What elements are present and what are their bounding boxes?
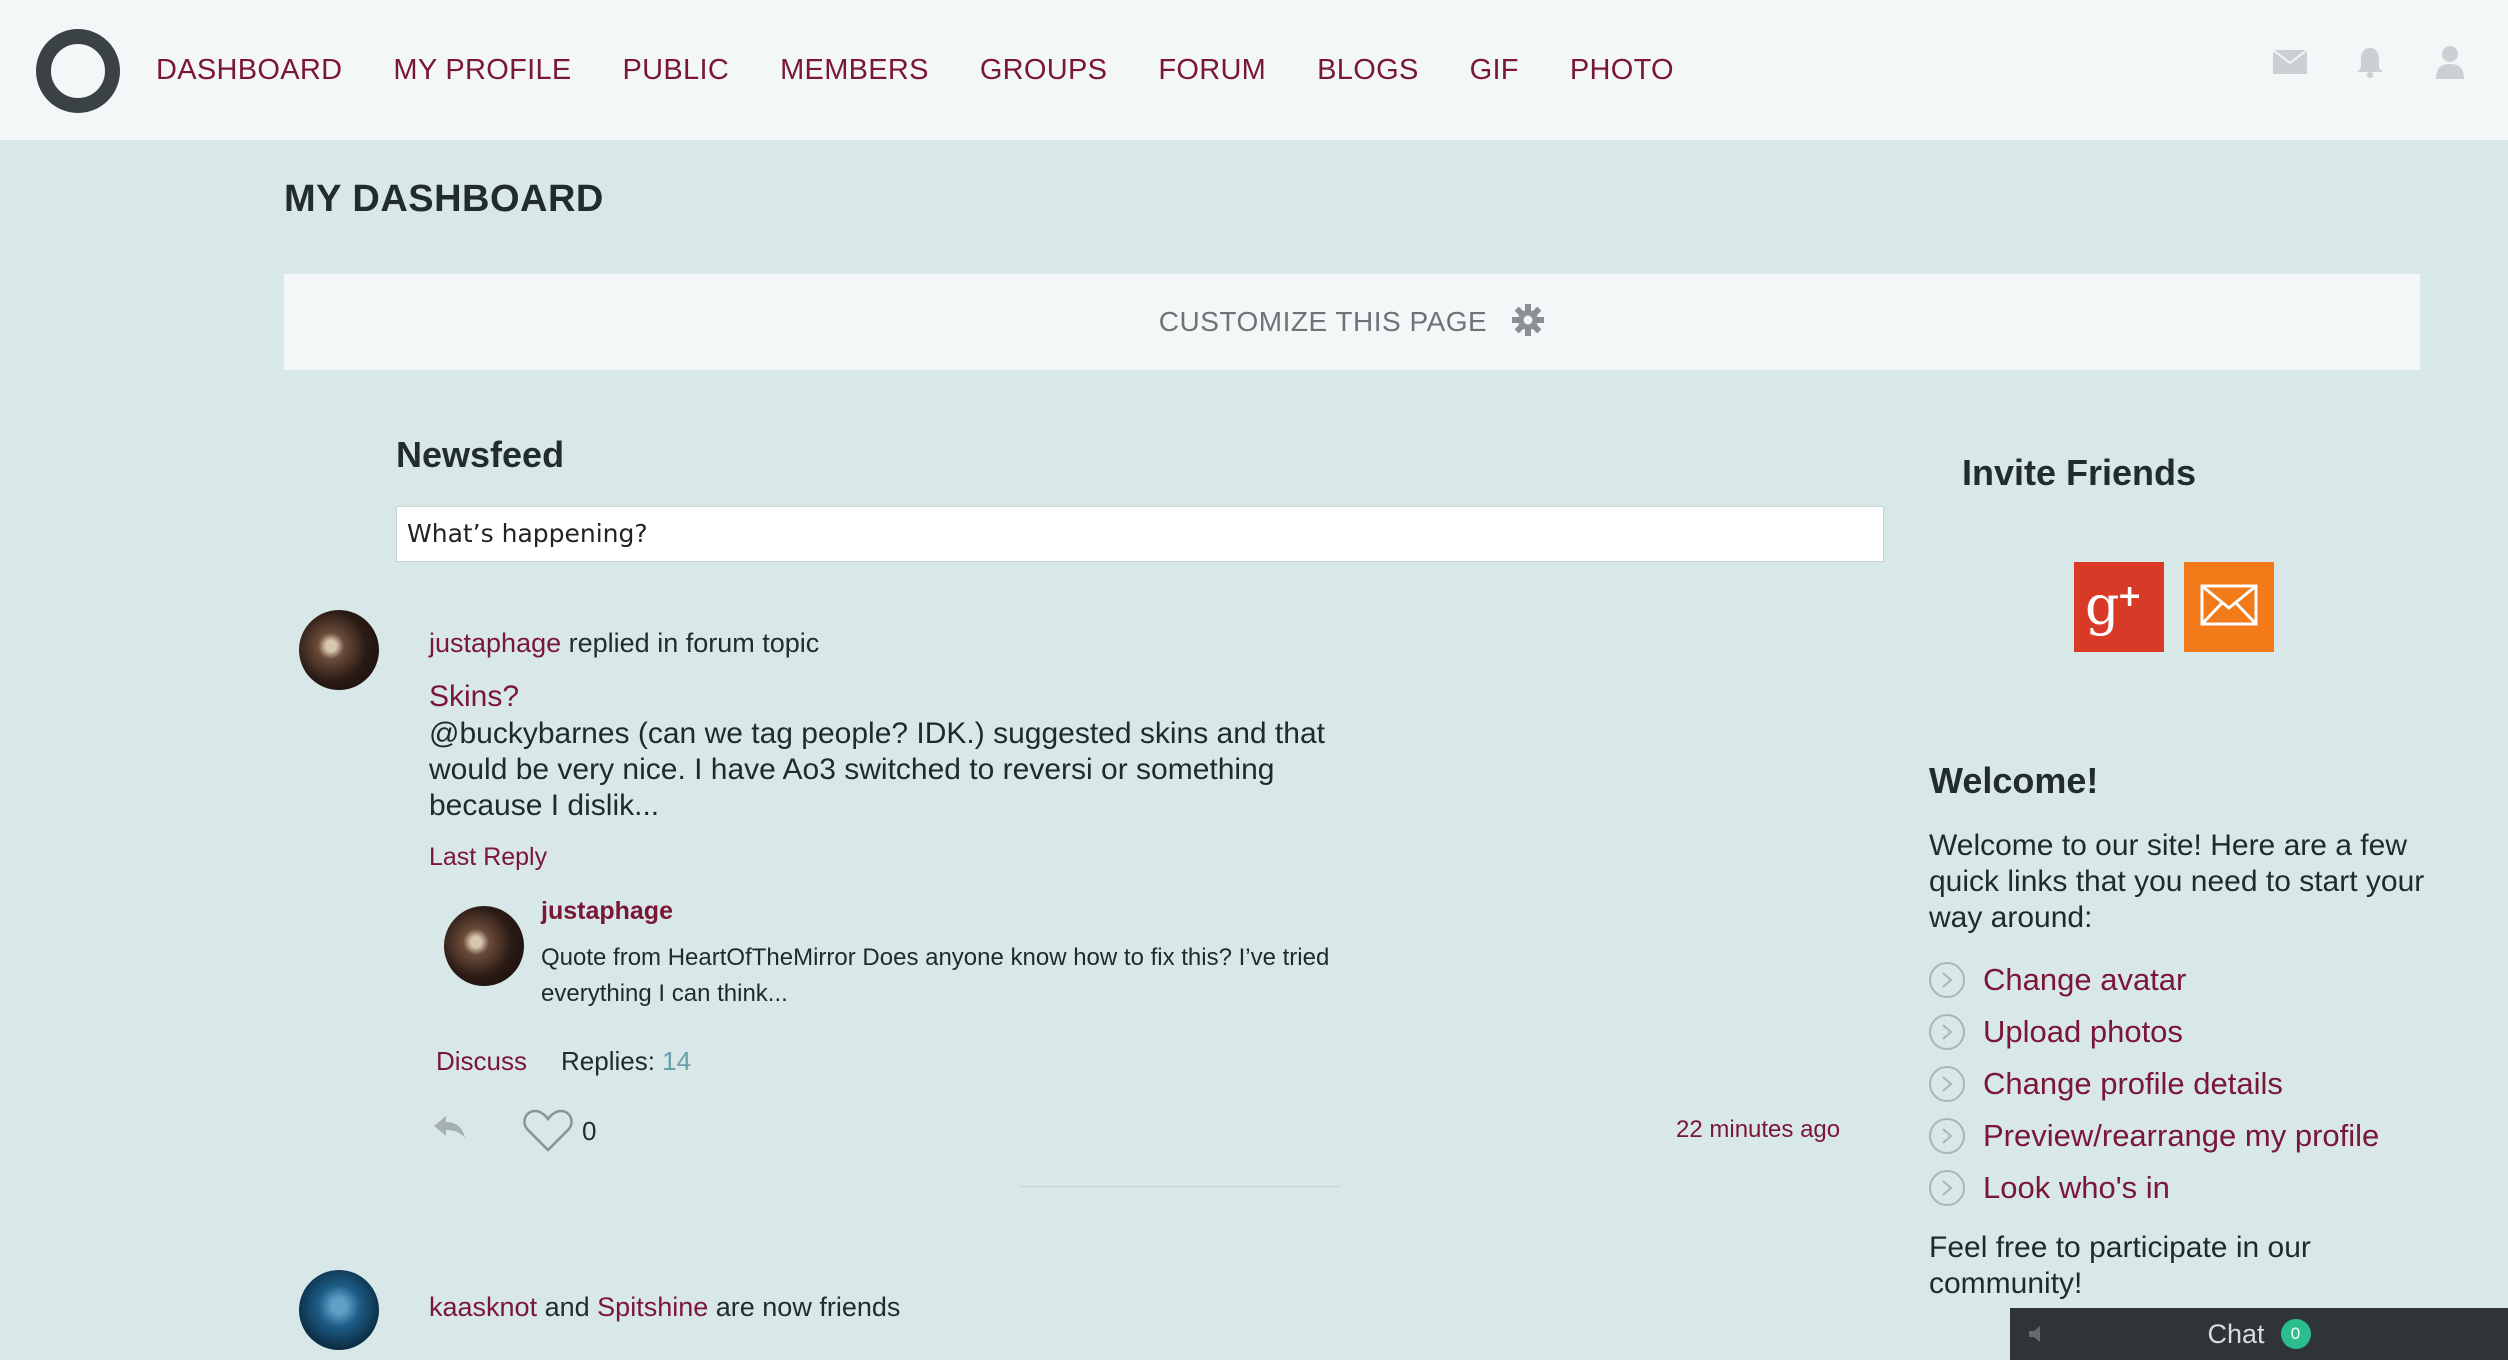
nav-item-dashboard[interactable]: DASHBOARD <box>156 48 342 92</box>
topic-link[interactable]: Skins? <box>429 680 519 714</box>
welcome-text: Welcome to our site! Here are a few quic… <box>1929 829 2425 934</box>
activity-action: are now friends <box>715 1292 901 1322</box>
google-plus-icon: g + <box>2083 574 2155 641</box>
envelope-icon <box>2200 584 2258 631</box>
connector-text: and <box>544 1292 590 1322</box>
quick-link-label: Preview/rearrange my profile <box>1983 1118 2380 1153</box>
chevron-right-icon <box>1929 1066 1965 1102</box>
email-invite-button[interactable] <box>2184 562 2274 652</box>
nav-item-forum[interactable]: FORUM <box>1158 48 1266 92</box>
customize-page-button[interactable]: CUSTOMIZE THIS PAGE <box>284 274 2420 370</box>
nav-item-groups[interactable]: GROUPS <box>980 48 1108 92</box>
discuss-link[interactable]: Discuss <box>436 1046 527 1077</box>
svg-text:g: g <box>2085 574 2120 636</box>
status-input[interactable]: What’s happening? <box>396 506 1884 562</box>
gear-icon <box>1511 303 1545 342</box>
avatar[interactable] <box>299 1270 379 1350</box>
quick-links-list: Change avatar Upload photos Change profi… <box>1929 954 2379 1214</box>
activity-action: replied in forum topic <box>568 628 820 658</box>
reply-user-link[interactable]: justaphage <box>541 897 673 926</box>
reply-arrow-icon[interactable] <box>432 1112 468 1142</box>
chevron-right-icon <box>1929 962 1965 998</box>
replies-count: 14 <box>662 1046 692 1076</box>
chat-label: Chat <box>2207 1318 2265 1349</box>
reply-text: Quote from HeartOfTheMirror Does anyone … <box>541 944 1330 1007</box>
user-icon[interactable] <box>2432 44 2468 80</box>
nav-item-public[interactable]: PUBLIC <box>623 48 730 92</box>
quick-link-label: Change avatar <box>1983 962 2187 997</box>
activity-user-link[interactable]: kaasknot <box>429 1292 537 1322</box>
quick-link-change-profile-details[interactable]: Change profile details <box>1929 1058 2379 1110</box>
replies-label: Replies: <box>561 1046 655 1076</box>
activity-header: justaphage replied in forum topic <box>429 628 819 659</box>
nav-item-blogs[interactable]: BLOGS <box>1317 48 1418 92</box>
top-navigation-bar: DASHBOARD MY PROFILE PUBLIC MEMBERS GROU… <box>0 0 2508 140</box>
bell-icon[interactable] <box>2352 44 2388 80</box>
chevron-right-icon <box>1929 1170 1965 1206</box>
quick-link-label: Change profile details <box>1983 1066 2283 1101</box>
chevron-right-icon <box>1929 1014 1965 1050</box>
quick-link-label: Look who's in <box>1983 1170 2170 1205</box>
customize-label: CUSTOMIZE THIS PAGE <box>1158 306 1488 337</box>
speaker-icon[interactable] <box>2028 1324 2050 1344</box>
nav-item-my-profile[interactable]: MY PROFILE <box>393 48 571 92</box>
participate-text: Feel free to participate in our communit… <box>1929 1231 2311 1300</box>
site-logo[interactable] <box>36 29 120 113</box>
quick-link-label: Upload photos <box>1983 1014 2183 1049</box>
last-reply-link[interactable]: Last Reply <box>429 843 547 872</box>
quick-link-preview-profile[interactable]: Preview/rearrange my profile <box>1929 1110 2379 1162</box>
nav-item-members[interactable]: MEMBERS <box>780 48 929 92</box>
divider <box>1020 1186 1340 1187</box>
activity-excerpt: @buckybarnes (can we tag people? IDK.) s… <box>429 717 1325 822</box>
chat-count-badge: 0 <box>2280 1319 2311 1349</box>
reply-avatar[interactable] <box>444 906 524 986</box>
quick-link-upload-photos[interactable]: Upload photos <box>1929 1006 2379 1058</box>
mail-icon[interactable] <box>2272 44 2308 80</box>
top-icons <box>2272 44 2468 80</box>
heart-icon[interactable] <box>522 1108 574 1154</box>
replies-info: Replies: 14 <box>561 1046 691 1077</box>
activity-timestamp[interactable]: 22 minutes ago <box>1676 1116 1840 1144</box>
invite-friends-title: Invite Friends <box>1962 452 2197 493</box>
like-count: 0 <box>582 1116 597 1146</box>
activity-user-link[interactable]: justaphage <box>429 628 561 658</box>
page-title: MY DASHBOARD <box>284 178 604 220</box>
avatar[interactable] <box>299 610 379 690</box>
svg-text:+: + <box>2117 579 2142 614</box>
welcome-title: Welcome! <box>1929 760 2099 801</box>
google-plus-invite-button[interactable]: g + <box>2074 562 2164 652</box>
newsfeed-title: Newsfeed <box>396 434 565 475</box>
nav-item-photo[interactable]: PHOTO <box>1570 48 1674 92</box>
chevron-right-icon <box>1929 1118 1965 1154</box>
friend-user-link[interactable]: Spitshine <box>597 1292 708 1322</box>
friendship-activity: kaasknot and Spitshine are now friends <box>429 1292 900 1323</box>
quick-link-change-avatar[interactable]: Change avatar <box>1929 954 2379 1006</box>
chat-bar[interactable]: Chat 0 <box>2010 1308 2508 1360</box>
quick-link-look-whos-in[interactable]: Look who's in <box>1929 1162 2379 1214</box>
nav-item-gif[interactable]: GIF <box>1470 48 1519 92</box>
main-nav: DASHBOARD MY PROFILE PUBLIC MEMBERS GROU… <box>156 48 1725 92</box>
